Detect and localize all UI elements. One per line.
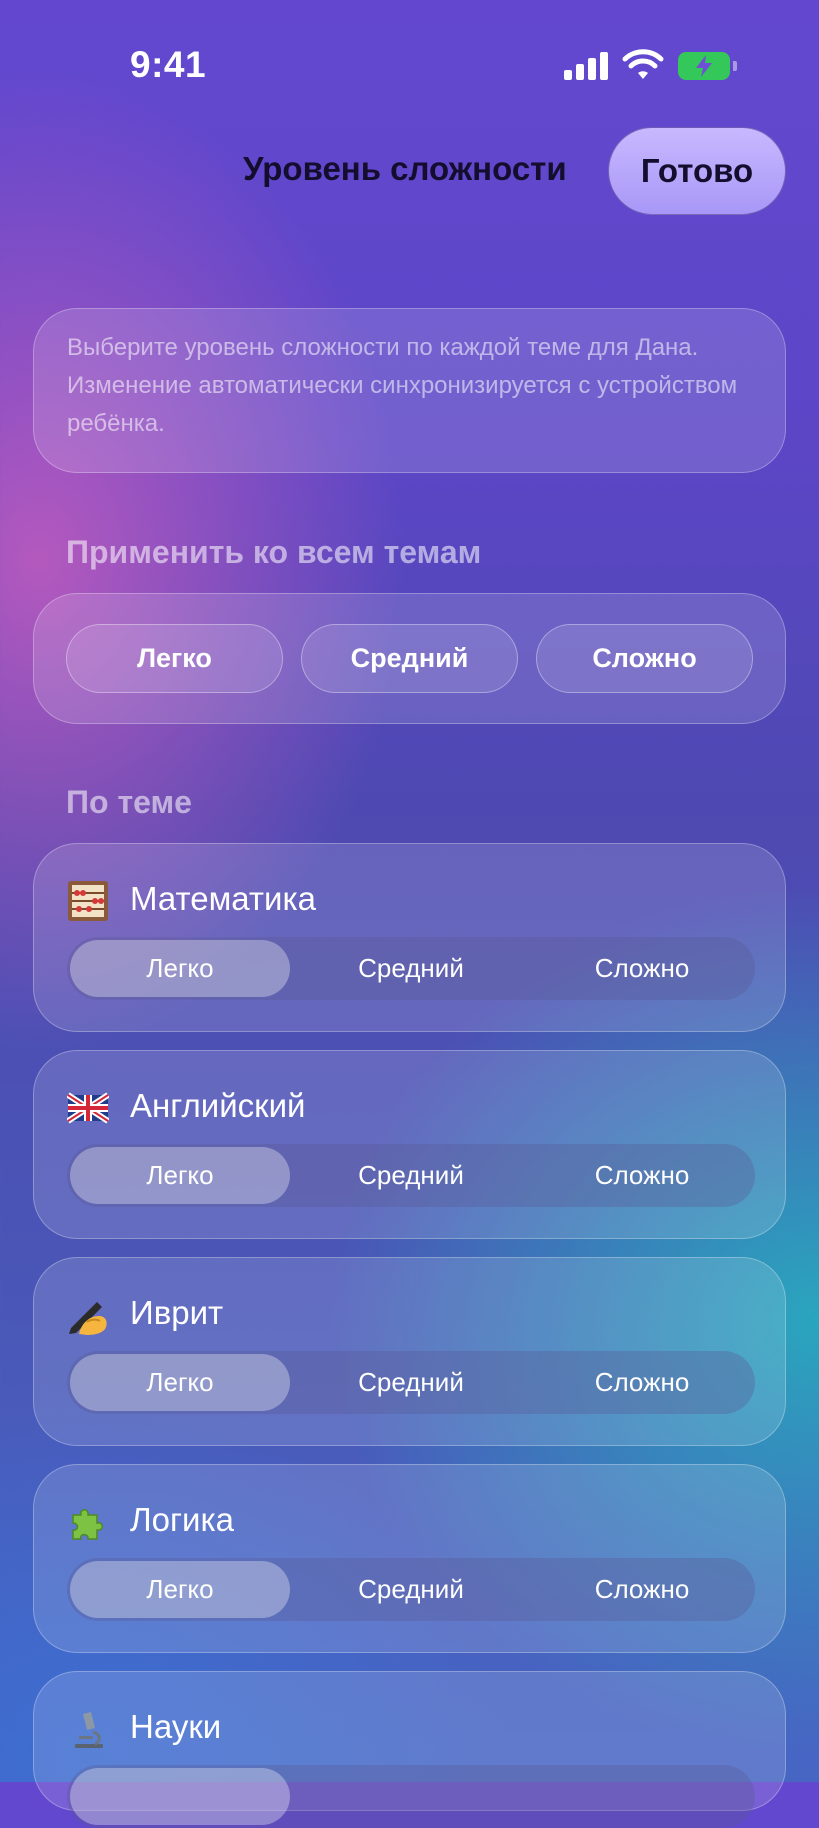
by-topic-title: По теме — [66, 784, 192, 820]
difficulty-segmented-control: Легко Средний Сложно — [67, 1351, 755, 1414]
difficulty-segmented-control: Легко Средний Сложно — [67, 937, 755, 1000]
done-button[interactable]: Готово — [608, 127, 786, 215]
topic-card-science: Науки — [33, 1671, 786, 1828]
segment-medium[interactable]: Средний — [301, 1147, 521, 1204]
microscope-icon — [75, 1712, 103, 1748]
topic-name: Математика — [130, 880, 316, 917]
info-card: Выберите уровень сложности по каждой тем… — [33, 308, 786, 473]
segment-hard[interactable]: Сложно — [532, 1147, 752, 1204]
topic-name: Английский — [130, 1087, 306, 1124]
puzzle-icon — [72, 1509, 103, 1540]
segment-medium[interactable]: Средний — [301, 940, 521, 997]
status-bar: 9:41 — [0, 0, 819, 130]
segment-easy[interactable]: Легко — [70, 1147, 290, 1204]
apply-all-medium-button[interactable]: Средний — [301, 624, 518, 693]
difficulty-segmented-control: Легко Средний Сложно — [67, 1558, 755, 1621]
topic-card-hebrew: Иврит Легко Средний Сложно — [33, 1257, 786, 1446]
battery-icon — [678, 52, 738, 80]
topic-card-english: Английский Легко Средний Сложно — [33, 1050, 786, 1239]
segment-easy[interactable]: Легко — [70, 940, 290, 997]
topic-name: Иврит — [130, 1294, 224, 1331]
writing-hand-icon — [69, 1302, 107, 1335]
apply-all-hard-button[interactable]: Сложно — [536, 624, 753, 693]
page-title: Уровень сложности — [243, 150, 567, 187]
topic-card-logic: Логика Легко Средний Сложно — [33, 1464, 786, 1653]
segment-medium[interactable]: Средний — [301, 1354, 521, 1411]
segment-hard[interactable]: Сложно — [532, 1561, 752, 1618]
wifi-icon — [622, 49, 664, 79]
abacus-icon — [68, 881, 108, 921]
topic-name: Логика — [130, 1501, 234, 1538]
apply-all-title: Применить ко всем темам — [66, 534, 482, 570]
apply-all-card: Легко Средний Сложно — [33, 593, 786, 724]
apply-all-easy-button[interactable]: Легко — [66, 624, 283, 693]
topic-card-math: Математика Легко Средний Сложно — [33, 843, 786, 1032]
difficulty-segmented-control — [67, 1765, 755, 1828]
segment-easy[interactable]: Легко — [70, 1354, 290, 1411]
uk-flag-icon — [67, 1092, 109, 1124]
segment-hard[interactable]: Сложно — [532, 1354, 752, 1411]
cellular-signal-icon — [564, 52, 608, 80]
difficulty-segmented-control: Легко Средний Сложно — [67, 1144, 755, 1207]
segment-hard[interactable]: Сложно — [532, 940, 752, 997]
segment-medium[interactable]: Средний — [301, 1561, 521, 1618]
topic-name: Науки — [130, 1708, 222, 1745]
info-text: Выберите уровень сложности по каждой тем… — [67, 334, 738, 437]
segment-easy[interactable]: Легко — [70, 1561, 290, 1618]
segment-easy[interactable] — [70, 1768, 290, 1825]
status-time: 9:41 — [130, 44, 207, 85]
